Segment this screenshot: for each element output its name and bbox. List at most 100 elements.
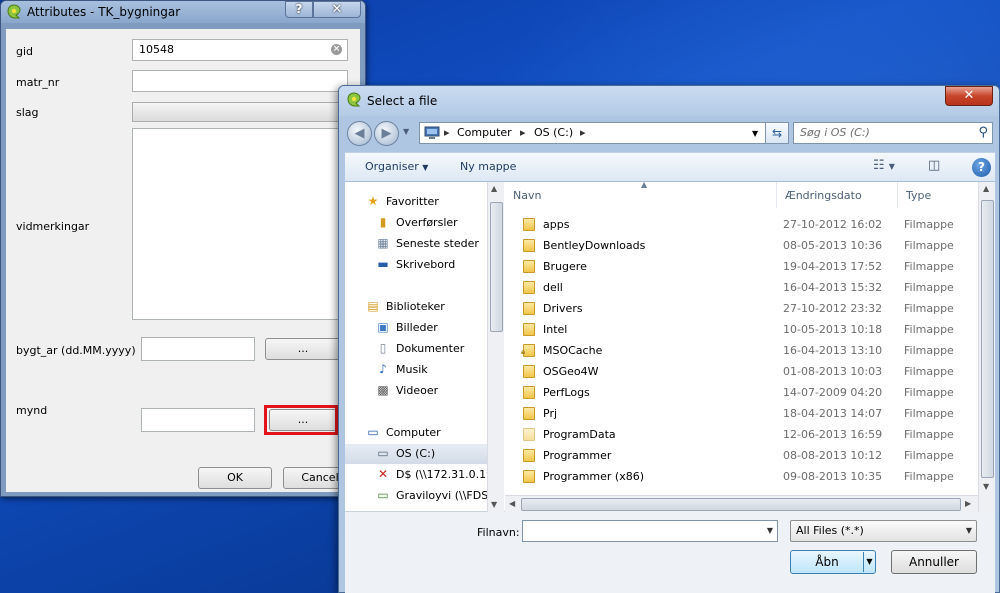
column-header-type[interactable]: Type [898,182,988,208]
clear-icon[interactable]: × [331,44,342,55]
chevron-down-icon[interactable]: ▼ [863,552,875,572]
attributes-titlebar[interactable]: Attributes - TK_bygningar ? ✕ [1,1,365,23]
scroll-down-icon[interactable]: ▼ [491,500,497,509]
dialog-cancel-button[interactable]: Annuller [891,550,977,574]
file-row[interactable]: ProgramData 12-06-2013 16:59 Filmappe [505,424,975,445]
file-row[interactable]: Prj 18-04-2013 14:07 Filmappe [505,403,975,424]
file-name: PerfLogs [543,386,590,399]
column-header-name[interactable]: Navn ▲ [505,182,777,208]
scroll-left-icon[interactable]: ◀ [509,499,515,508]
nav-item-music[interactable]: ♪ Musik [345,360,487,380]
file-row[interactable]: Drivers 27-10-2012 23:32 Filmappe [505,298,975,319]
open-button[interactable]: Åbn ▼ [790,550,876,574]
view-options-icon[interactable]: ☷ ▼ [873,158,895,173]
nav-item-desktop[interactable]: ▬ Skrivebord [345,255,487,275]
column-type-label: Type [906,189,932,202]
refresh-button[interactable]: ⇆ [765,122,789,144]
recent-locations-icon[interactable]: ▼ [403,127,409,136]
file-list-horizontal-scrollbar[interactable]: ◀ ▶ [505,495,978,512]
nav-libraries-label: Biblioteker [386,300,445,313]
address-row: ◀ ▶ ▼ ▸ Computer ▸ OS (C:) ▸ ▼ ⇆ Søg i O… [347,121,995,146]
file-row[interactable]: 🔒︎ MSOCache 16-04-2013 13:10 Filmappe [505,340,975,361]
nav-item-network-drive-d[interactable]: ✕ D$ (\\172.31.0.19 [345,465,487,485]
file-row[interactable]: PerfLogs 14-07-2009 04:20 Filmappe [505,382,975,403]
matr-nr-field[interactable] [132,70,348,92]
file-row[interactable]: Programmer 08-08-2013 10:12 Filmappe [505,445,975,466]
file-row[interactable]: dell 16-04-2013 15:32 Filmappe [505,277,975,298]
file-name: ProgramData [543,428,616,441]
file-type: Filmappe [904,323,954,336]
new-folder-button[interactable]: Ny mappe [460,160,516,173]
help-button[interactable]: ? [285,1,313,18]
filename-label: Filnavn: [477,526,520,539]
chevron-right-icon: ▸ [580,126,586,139]
nav-scrollbar-thumb[interactable] [490,202,503,332]
chevron-down-icon[interactable]: ▼ [767,526,773,535]
file-row[interactable]: OSGeo4W 01-08-2013 10:03 Filmappe [505,361,975,382]
nav-computer[interactable]: ▭ Computer [345,423,487,443]
bygt-ar-browse-button[interactable]: ... [265,338,341,360]
file-date: 16-04-2013 13:10 [783,344,883,357]
column-header-modified[interactable]: Ændringsdato [777,182,898,208]
nav-item-documents[interactable]: ▯ Dokumenter [345,339,487,359]
filename-input[interactable]: ▼ [522,520,778,542]
chevron-right-icon: ▸ [520,126,526,139]
file-name: Programmer [543,449,612,462]
nav-item-recent[interactable]: ▦ Seneste steder [345,234,487,254]
search-input[interactable]: Søg i OS (C:) ⚲ [793,122,993,144]
nav-computer-label: Computer [386,426,441,439]
horizontal-scrollbar-thumb[interactable] [521,498,961,511]
file-row[interactable]: Intel 10-05-2013 10:18 Filmappe [505,319,975,340]
desktop-icon: ▬ [377,257,389,271]
nav-item-os-c[interactable]: ▭ OS (C:) [345,444,487,464]
dialog-close-button[interactable]: ✕ [945,86,993,106]
forward-button[interactable]: ▶ [374,121,399,146]
scroll-right-icon[interactable]: ▶ [965,499,971,508]
nav-item-videos[interactable]: ▩ Videoer [345,381,487,401]
file-row[interactable]: Brugere 19-04-2013 17:52 Filmappe [505,256,975,277]
vidmerkingar-textarea[interactable] [132,128,348,320]
folder-icon [523,260,535,273]
file-type: Filmappe [904,260,954,273]
mynd-field[interactable] [141,408,255,432]
gid-field[interactable]: 10548 × [132,39,348,61]
nav-libraries[interactable]: ▤ Biblioteker [345,297,487,317]
nav-item-pictures[interactable]: ▣ Billeder [345,318,487,338]
file-row[interactable]: BentleyDownloads 08-05-2013 10:36 Filmap… [505,235,975,256]
scroll-up-icon[interactable]: ▲ [983,184,989,193]
gid-label: gid [16,45,34,58]
vertical-scrollbar-thumb[interactable] [981,200,994,478]
nav-favorites[interactable]: ★ Favoritter [345,192,487,212]
bygt-ar-field[interactable] [141,337,255,361]
pictures-icon: ▣ [377,320,389,334]
breadcrumb-os-c[interactable]: OS (C:) [534,126,573,139]
help-icon[interactable]: ? [972,158,991,177]
back-button[interactable]: ◀ [347,121,372,146]
file-row[interactable]: Programmer (x86) 09-08-2013 10:35 Filmap… [505,466,975,487]
nav-item-network-drive-graviloyvi[interactable]: ▭ Graviloyvi (\\FDS [345,486,487,506]
file-date: 27-10-2012 23:32 [783,302,883,315]
qgis-icon [347,92,361,107]
dialog-titlebar[interactable]: Select a file ✕ [339,86,999,116]
nav-item-downloads[interactable]: ▮ Overførsler [345,213,487,233]
close-button[interactable]: ✕ [313,1,361,18]
file-date: 18-04-2013 14:07 [783,407,883,420]
file-date: 01-08-2013 10:03 [783,365,883,378]
search-icon[interactable]: ⚲ [978,125,988,140]
chevron-down-icon[interactable]: ▼ [752,129,758,138]
search-placeholder: Søg i OS (C:) [800,126,870,139]
scroll-up-icon[interactable]: ▲ [491,184,497,193]
file-date: 14-07-2009 04:20 [783,386,883,399]
file-row[interactable]: apps 27-10-2012 16:02 Filmappe [505,214,975,235]
file-type-filter[interactable]: All Files (*.*) ▼ [790,520,977,542]
preview-pane-icon[interactable]: ◫ [928,158,940,173]
scroll-down-icon[interactable]: ▼ [983,482,989,491]
slag-dropdown[interactable] [132,102,348,122]
file-list-vertical-scrollbar[interactable]: ▲ ▼ [978,182,995,512]
organise-menu[interactable]: Organiser ▼ [365,160,428,173]
nav-scrollbar[interactable]: ▲ ▼ [487,182,504,512]
breadcrumb-computer[interactable]: Computer [457,126,512,139]
select-file-dialog: Select a file ✕ ◀ ▶ ▼ ▸ Computer ▸ OS (C… [338,85,1000,593]
address-bar[interactable]: ▸ Computer ▸ OS (C:) ▸ ▼ [419,122,767,144]
ok-button[interactable]: OK [198,467,272,489]
